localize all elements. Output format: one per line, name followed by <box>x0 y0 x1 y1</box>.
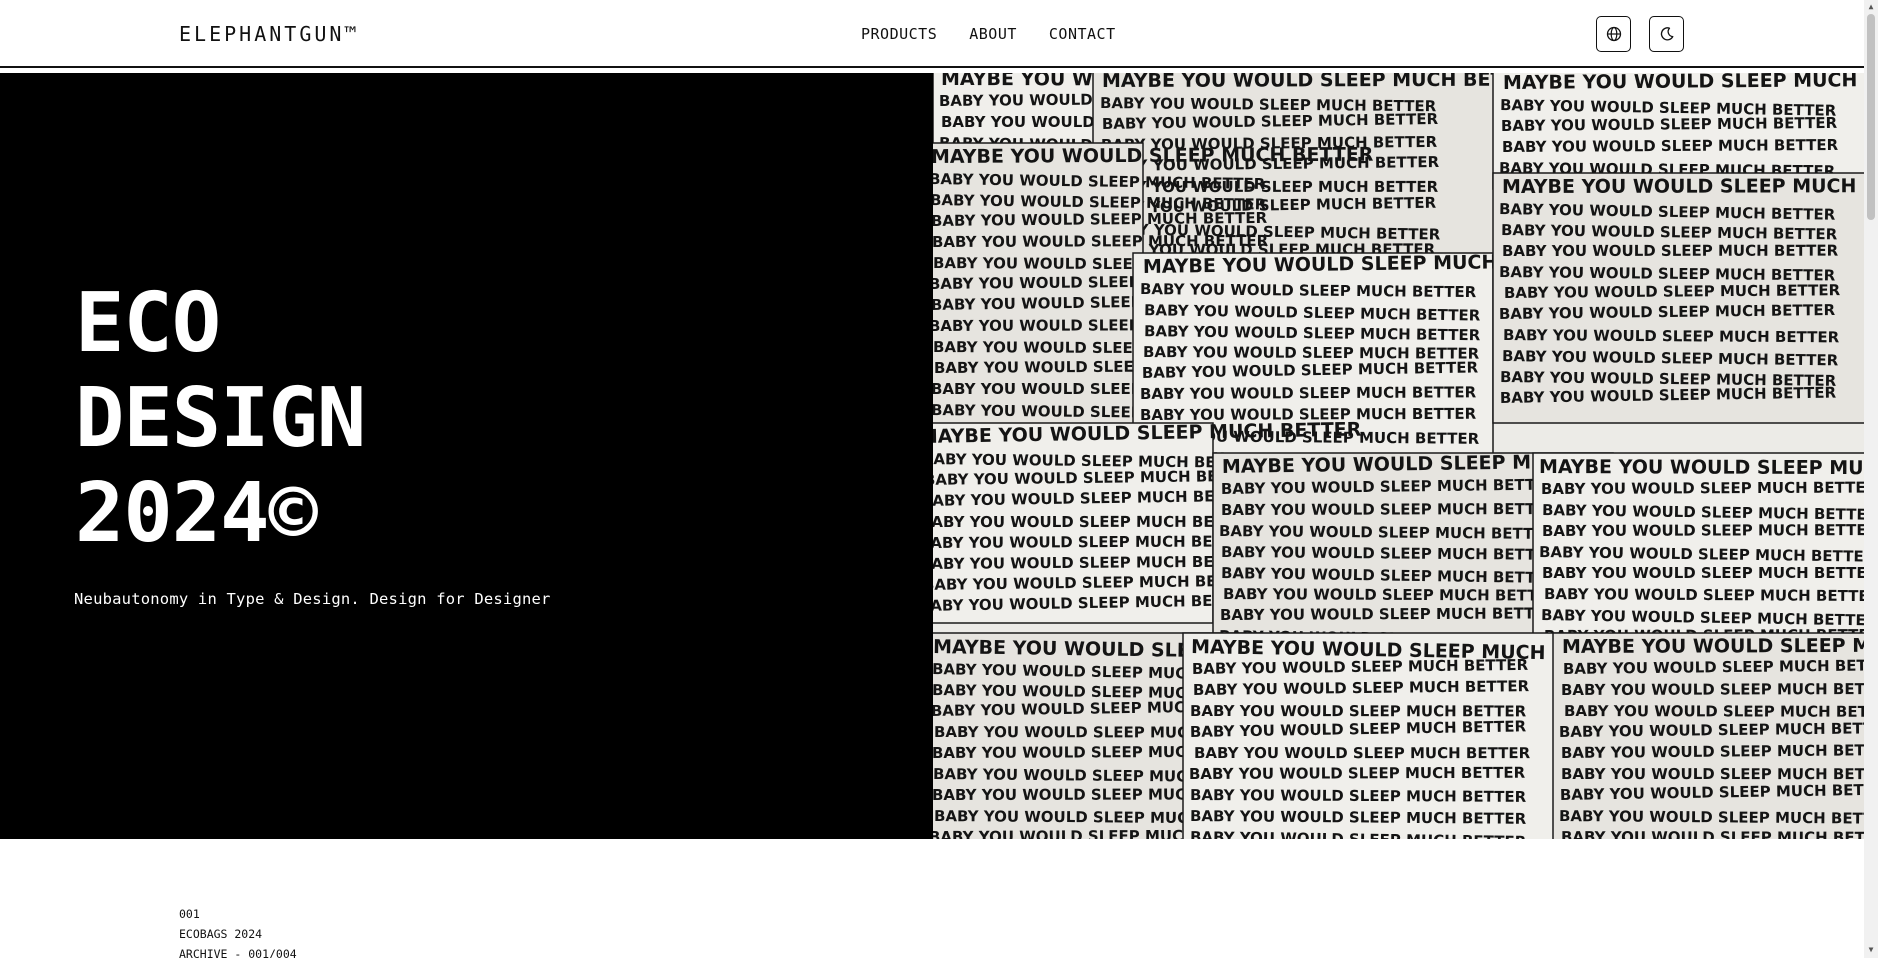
handwritten-label-text: BABY YOU WOULD SLEEP MUCH BETTER <box>1190 786 1527 806</box>
handwritten-label-text: BABY YOU WOULD SLEEP MUCH BETTER <box>1223 585 1560 605</box>
archive-label: ARCHIVE - 001/004 <box>179 947 297 958</box>
handwritten-label-text: BABY YOU WOULD SLEEP MUCH BETTER <box>933 209 1268 230</box>
globe-icon <box>1606 26 1621 42</box>
site-header: ELEPHANTGUN™ PRODUCTS ABOUT CONTACT <box>0 0 1864 68</box>
nav-contact[interactable]: CONTACT <box>1049 25 1116 43</box>
handwritten-label-text: BABY YOU WOULD SLEEP MUCH BETTER <box>1189 764 1526 783</box>
handwritten-label-text: MAYBE YOU WOULD SLEEP MUCH BETTER <box>1503 73 1864 94</box>
handwritten-label-text: BABY YOU WOULD SLEEP MUCH BETTER <box>1502 136 1839 156</box>
handwritten-label-text: MAYBE YOU WOULD SLEEP MUCH BETTER <box>933 144 1374 168</box>
page-scrollbar[interactable]: ▲ ▼ <box>1864 0 1878 958</box>
handwritten-label-text: MAYBE YOU WOULD SLEEP MUCH BETTER <box>1562 634 1864 658</box>
handwritten-label-text: BABY YOU WOULD SLEEP MUCH BETTER <box>1194 744 1531 762</box>
handwritten-label-text: BABY YOU WOULD SLEEP MUCH BETTER <box>1501 114 1838 135</box>
handwritten-label-text: BABY YOU WOULD SLEEP MUCH BETTER <box>1542 564 1864 582</box>
handwritten-label-text: BABY YOU WOULD SLEEP MUCH BETTER <box>933 232 1269 251</box>
hero-title: ECO DESIGN 2024© <box>75 276 366 561</box>
main-nav: PRODUCTS ABOUT CONTACT <box>861 25 1116 43</box>
handwritten-label-text: BABY YOU WOULD SLEEP MUCH BETTER <box>1221 500 1558 519</box>
handwritten-label-text: BABY YOU WOULD SLEEP MUCH BETTER <box>1504 281 1841 302</box>
label-card: MAYBE YOU WOULD SLEEP MUCH BETTER BABY YO… <box>1492 73 1864 190</box>
nav-about[interactable]: ABOUT <box>969 25 1017 43</box>
handwritten-label-text: BABY YOU WOULD SLEEP MUCH BETTER <box>1561 741 1864 762</box>
handwritten-label-text: BABY YOU WOULD SLEEP MUCH BETTER <box>1559 719 1864 741</box>
label-card: MAYBE YOU WOULD SLEEP MUCH BETTERBABY YO… <box>1552 632 1864 839</box>
archive-info: 001 ECOBAGS 2024 ARCHIVE - 001/004 <box>179 904 297 958</box>
handwritten-label-text: BABY YOU WOULD SLEEP MUCH BETTER <box>1561 828 1864 839</box>
hero-text-panel: ECO DESIGN 2024© Neubautonomy in Type & … <box>0 73 933 839</box>
handwritten-label-text: BABY YOU WOULD SLEEP MUCH BETTER <box>933 513 1257 531</box>
archive-number: 001 <box>179 907 200 921</box>
handwritten-label-text: BABY YOU WOULD SLEEP MUCH BETTER <box>1563 656 1864 678</box>
handwritten-label-text: BABY YOU WOULD SLEEP MUCH BETTER <box>933 532 1256 552</box>
logo[interactable]: ELEPHANTGUN™ <box>179 22 360 46</box>
handwritten-label-text: BABY YOU WOULD SLEEP MUCH BETTER <box>1219 522 1556 543</box>
handwritten-label-text: BABY YOU WOULD SLEEP MUCH BETTER <box>1564 702 1864 721</box>
archive-name[interactable]: ECOBAGS 2024 <box>179 924 297 944</box>
hero-image: MAYBE YOU WOULD SLEEP MUCH BETTERBABY YO… <box>933 73 1864 839</box>
hero-title-line: DESIGN <box>75 371 366 466</box>
handwritten-label-text: BABY YOU WOULD SLEEP MUCH BETTER <box>1561 765 1864 783</box>
nav-products[interactable]: PRODUCTS <box>861 25 937 43</box>
handwritten-label-text: BABY YOU WOULD SLEEP MUCH BETTER <box>1502 242 1839 260</box>
handwritten-label-text: MAYBE YOU WOULD SLEEP MUCH BETTER <box>1539 456 1864 480</box>
handwritten-label-text: BABY YOU WOULD SLEEP MUCH BETTER <box>1140 383 1477 403</box>
scroll-thumb[interactable] <box>1867 14 1875 220</box>
label-card: MAYBE YOU WOULD SLEEP MUCH BETTER BABY YO… <box>1492 172 1864 424</box>
handwritten-label-text: MAYBE YOU WOULD SLEEP MUCH BETTER <box>1102 73 1545 92</box>
handwritten-label-text: BABY YOU WOULD SLEEP MUCH BETTER <box>1541 479 1864 498</box>
hero-subtitle: Neubautonomy in Type & Design. Design fo… <box>74 590 551 608</box>
handwritten-label-text: BABY YOU WOULD SLEEP MUCH BETTER <box>1503 326 1840 346</box>
handwritten-label-text: BABY YOU WOULD SLEEP MUCH BETTER <box>1561 680 1864 699</box>
handwritten-label-text: BABY YOU WOULD SLEEP MUCH BETTER <box>1544 585 1864 605</box>
language-button[interactable] <box>1596 16 1631 52</box>
scroll-down-icon[interactable]: ▼ <box>1867 946 1875 954</box>
label-collage-image: MAYBE YOU WOULD SLEEP MUCH BETTERBABY YO… <box>933 73 1864 839</box>
handwritten-label-text: BABY YOU WOULD SLEEP MUCH BETTER <box>933 553 1257 573</box>
handwritten-label-text: BABY YOU WOULD SLEEP MUCH BETTER <box>1220 604 1557 624</box>
handwritten-label-text: BABY YOU WOULD SLEEP MUCH BETTER <box>1221 543 1558 564</box>
page: ELEPHANTGUN™ PRODUCTS ABOUT CONTACT ECO … <box>0 0 1878 958</box>
handwritten-label-text: BABY YOU WOULD SLEEP MUCH BETTER <box>1140 280 1477 301</box>
moon-icon <box>1660 27 1673 41</box>
handwritten-label-text: BABY YOU WOULD SLEEP MUCH BETTER <box>1190 807 1527 828</box>
hero-title-line: ECO <box>75 276 221 371</box>
handwritten-label-text: MAYBE YOU WOULD SLEEP MUCH BETTER <box>1502 175 1864 198</box>
handwritten-label-text: BABY YOU WOULD SLEEP MUCH BETTER <box>1559 807 1864 828</box>
handwritten-label-text: BABY YOU WOULD SLEEP MUCH BETTER <box>1542 521 1864 540</box>
hero-title-line: 2024© <box>75 466 318 561</box>
theme-toggle-button[interactable] <box>1649 16 1684 52</box>
scroll-up-icon[interactable]: ▲ <box>1867 3 1875 11</box>
